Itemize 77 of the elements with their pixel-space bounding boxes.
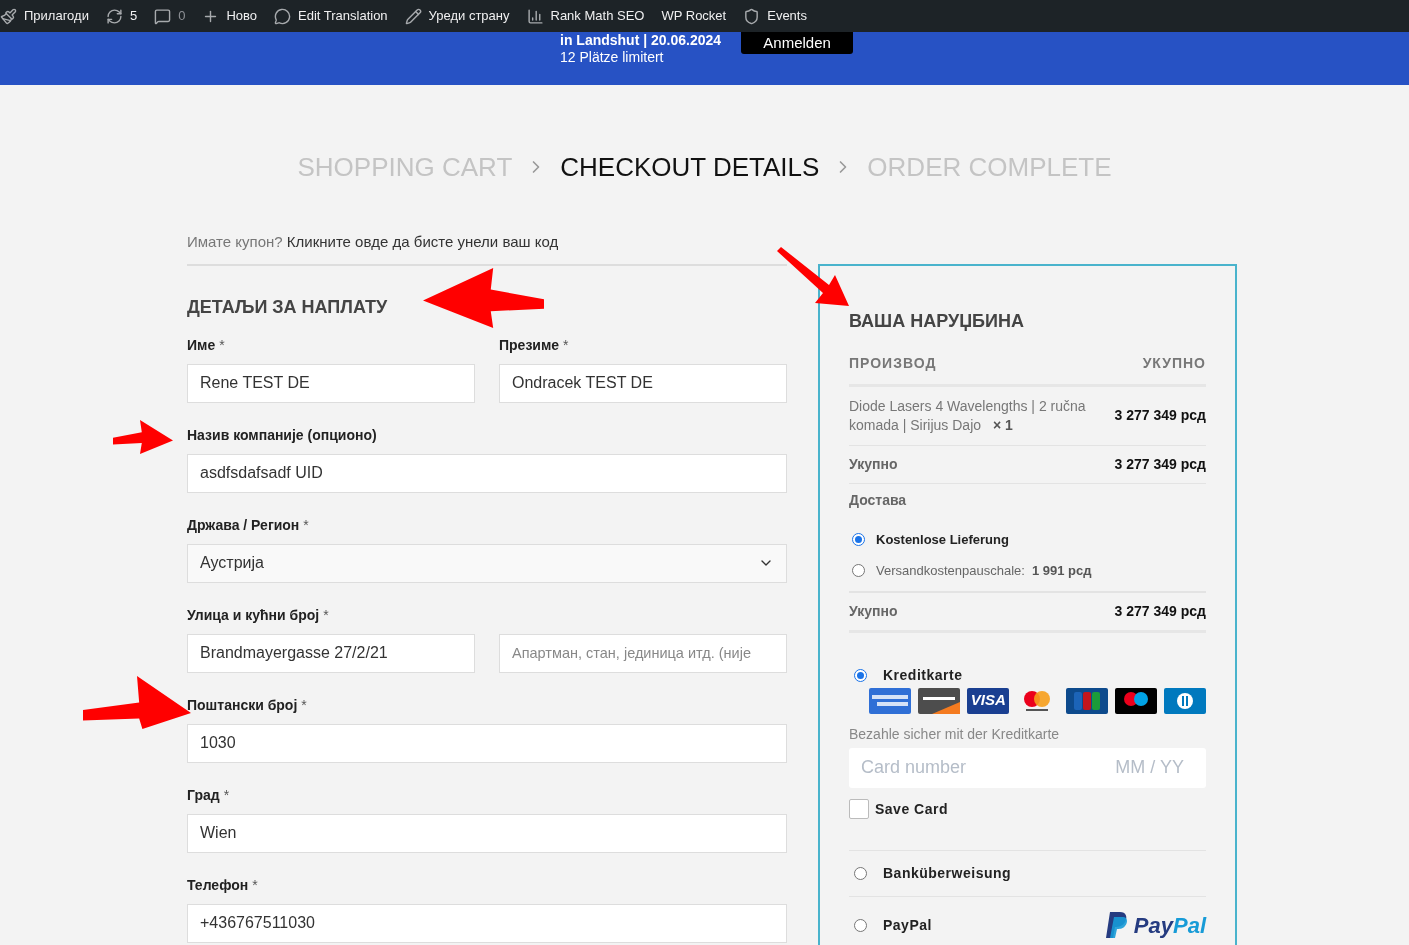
banner-subline: 12 Plätze limitert bbox=[560, 49, 665, 66]
shipping-option-label: Versandkostenpauschale: bbox=[876, 562, 1025, 580]
admin-bar-item[interactable]: 5 bbox=[105, 6, 138, 26]
banner-headline: in Landshut | 20.06.2024 bbox=[560, 32, 722, 49]
brush-icon bbox=[0, 7, 17, 25]
admin-bar-item[interactable]: Уреди страну bbox=[404, 6, 510, 26]
product-name: Diode Lasers 4 Wavelengths | 2 ručna komada | Sirijus Dajo × 1 bbox=[849, 396, 1087, 435]
card-description: Bezahle sicher mit der Kreditkarte bbox=[849, 724, 1061, 744]
text-field[interactable]: Wien bbox=[187, 813, 787, 853]
payment-method-label: Kreditkarte bbox=[883, 665, 963, 685]
required-asterisk: * bbox=[252, 875, 258, 895]
radio-button[interactable] bbox=[854, 866, 867, 880]
column-header: УКУПНО bbox=[1142, 353, 1206, 373]
admin-bar-item[interactable]: Edit Translation bbox=[274, 6, 388, 26]
comment-icon bbox=[154, 7, 172, 25]
field-label: Град bbox=[187, 785, 220, 805]
radio-button[interactable] bbox=[854, 668, 867, 682]
total-label: Укупно bbox=[849, 601, 898, 621]
expiry-placeholder: MM / YY bbox=[1115, 756, 1184, 779]
maestro-logo-icon bbox=[1114, 687, 1157, 714]
text-field[interactable]: Brandmayergasse 27/2/21 bbox=[187, 633, 475, 673]
payment-method-label: Banküberweisung bbox=[883, 863, 1012, 883]
column-header: ПРОИЗВОД bbox=[849, 353, 937, 373]
text-field[interactable]: Апартман, стан, јединица итд. (није bbox=[499, 633, 787, 673]
country-select[interactable]: Аустрија bbox=[187, 543, 787, 583]
paypal-logo: PayPal bbox=[1105, 908, 1206, 942]
text-field[interactable]: Rene TEST DE bbox=[187, 363, 475, 403]
required-asterisk: * bbox=[223, 785, 230, 805]
shipping-price: 1 991 рсд bbox=[1031, 562, 1092, 580]
visa-logo: VISA bbox=[967, 687, 1010, 714]
radio-button[interactable] bbox=[854, 918, 867, 932]
save-card-label: Save Card bbox=[875, 799, 948, 819]
checkout-step[interactable]: CHECKOUT DETAILS bbox=[560, 147, 820, 187]
bar-chart-icon bbox=[526, 7, 544, 25]
shipping-label: Достава bbox=[849, 491, 907, 508]
admin-bar-item[interactable]: Прилагоди bbox=[0, 6, 89, 26]
required-asterisk: * bbox=[303, 515, 309, 535]
annotation-arrow bbox=[113, 420, 173, 454]
required-asterisk: * bbox=[323, 605, 329, 625]
field-label: Телефон bbox=[187, 875, 249, 895]
total-value: 3 277 349 рсд bbox=[1114, 601, 1206, 621]
admin-bar-item[interactable]: WP Rocket bbox=[661, 6, 727, 26]
product-total: 3 277 349 рсд bbox=[1114, 406, 1206, 425]
order-heading: ВАША НАРУЏБИНА bbox=[849, 309, 1025, 333]
save-card-checkbox[interactable] bbox=[849, 799, 869, 819]
pencil-icon bbox=[404, 7, 422, 25]
required-asterisk: * bbox=[301, 695, 307, 715]
speech-bubble-icon bbox=[274, 7, 291, 25]
field-label: Поштански број bbox=[187, 695, 298, 715]
field-label: Назив компаније (опционо) bbox=[187, 425, 377, 445]
radio-button[interactable] bbox=[852, 532, 865, 546]
annotation-arrow bbox=[777, 247, 849, 306]
register-button[interactable]: Anmelden bbox=[741, 32, 854, 54]
shipping-option-label: Kostenlose Lieferung bbox=[876, 530, 1009, 549]
admin-bar-item[interactable]: Events bbox=[743, 6, 807, 26]
payment-method-label: PayPal bbox=[883, 915, 932, 935]
subtotal-value: 3 277 349 рсд bbox=[1114, 454, 1206, 474]
text-field[interactable]: asdfsdafsadf UID bbox=[187, 453, 787, 493]
subtotal-label: Укупно bbox=[849, 454, 898, 474]
field-label: Име bbox=[187, 335, 216, 355]
required-asterisk: * bbox=[563, 335, 569, 355]
text-field[interactable]: +436767511030 bbox=[187, 903, 787, 943]
field-label: Улица и кућни број bbox=[187, 605, 320, 625]
billing-heading: ДЕТАЉИ ЗА НАПЛАТУ bbox=[187, 295, 389, 319]
field-label: Држава / Регион bbox=[187, 515, 300, 535]
admin-bar-item[interactable]: Rank Math SEO bbox=[526, 6, 645, 26]
text-field[interactable]: 1030 bbox=[187, 723, 787, 763]
refresh-icon bbox=[105, 7, 123, 25]
radio-button[interactable] bbox=[852, 564, 865, 578]
card-number-placeholder: Card number bbox=[861, 756, 967, 779]
coupon-link[interactable]: Кликните овде да бисте унели ваш код bbox=[286, 233, 559, 250]
required-asterisk: * bbox=[219, 335, 225, 355]
field-label: Презиме bbox=[499, 335, 560, 355]
text-field[interactable]: Ondracek TEST DE bbox=[499, 363, 787, 403]
shield-icon bbox=[743, 7, 761, 25]
coupon-prompt: Имате купон? bbox=[187, 233, 284, 250]
admin-bar-item[interactable]: Ново bbox=[202, 6, 257, 26]
